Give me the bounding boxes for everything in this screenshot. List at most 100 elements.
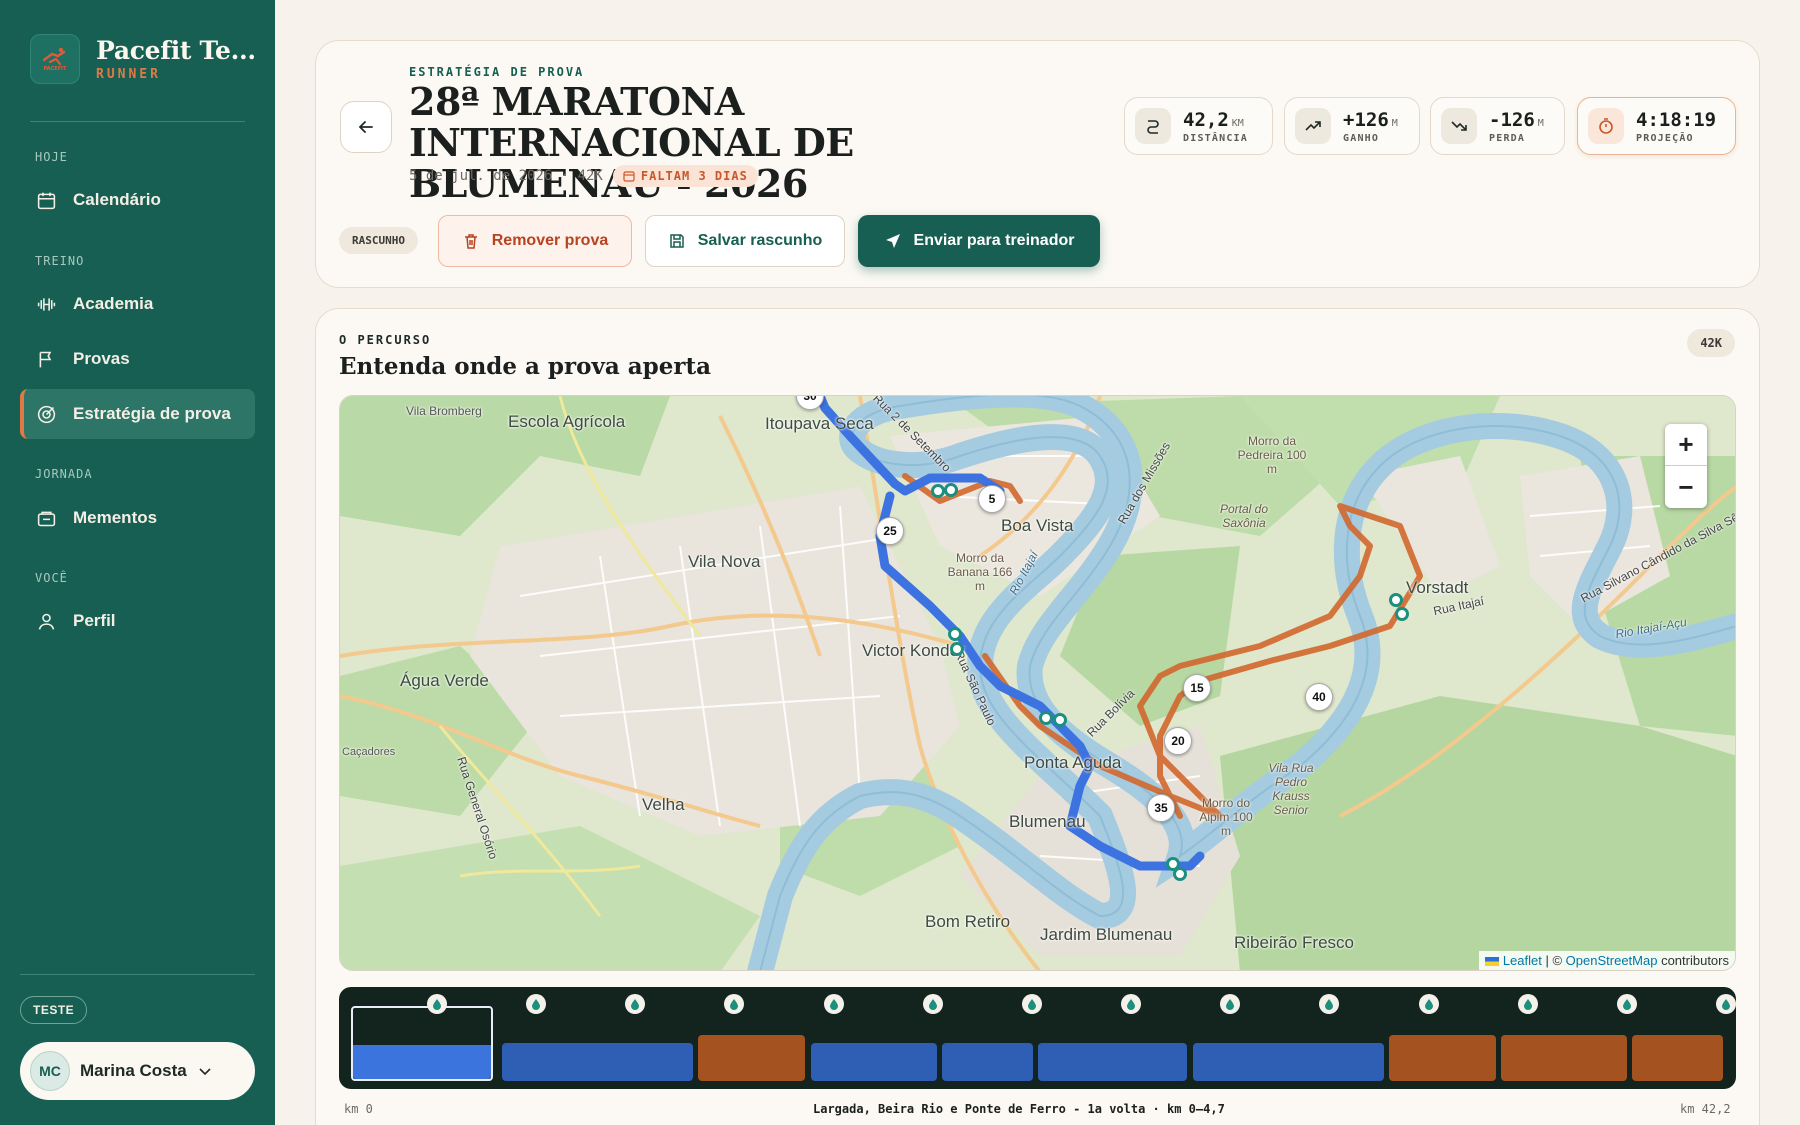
segment[interactable] <box>1193 1043 1384 1081</box>
brand-tagline: RUNNER <box>96 67 161 82</box>
strip-end-label: km 42,2 <box>1680 1102 1731 1116</box>
environment-badge: TESTE <box>20 996 88 1024</box>
map-zoom-control: + − <box>1665 424 1707 508</box>
map-label: Morro da Banana 166 m <box>947 551 1013 593</box>
aid-station-marker[interactable] <box>931 484 945 498</box>
section-label-jornada: JORNADA <box>35 467 93 481</box>
osm-link[interactable]: OpenStreetMap <box>1566 953 1658 968</box>
leaflet-link[interactable]: Leaflet <box>1503 953 1542 968</box>
sidebar-item-label: Mementos <box>73 508 158 527</box>
km-marker[interactable]: 15 <box>1183 674 1211 702</box>
km-marker[interactable]: 25 <box>876 517 904 545</box>
sidebar-item-academia[interactable]: Academia <box>20 279 255 329</box>
send-icon <box>885 234 900 248</box>
segment[interactable] <box>1501 1035 1627 1081</box>
aid-station-marker[interactable] <box>1389 593 1403 607</box>
km-marker[interactable]: 20 <box>1164 727 1192 755</box>
race-meta: 5 de jul. de 2026 · 42K FALTAM 3 DIAS <box>409 165 758 187</box>
water-drop-icon[interactable] <box>625 994 646 1014</box>
target-icon <box>37 405 56 423</box>
water-drop-icon[interactable] <box>1418 994 1439 1014</box>
water-drop-icon[interactable] <box>1517 994 1538 1014</box>
map-attribution: Leaflet | © OpenStreetMap contributors <box>1479 951 1735 970</box>
stat-projection: 4:18:19 PROJEÇÃO <box>1577 97 1736 155</box>
zoom-out-button[interactable]: − <box>1665 466 1707 508</box>
photo-icon <box>37 511 56 526</box>
stat-loss: -126 M PERDA <box>1430 97 1565 155</box>
flag-icon <box>1485 957 1500 967</box>
course-card: O PERCURSO Entenda onde a prova aperta 4… <box>315 308 1760 1125</box>
back-button[interactable] <box>340 101 392 153</box>
section-label-treino: TREINO <box>35 254 85 268</box>
map-label: Itoupava Seca <box>765 414 874 433</box>
water-drop-icon[interactable] <box>427 994 447 1014</box>
water-drop-icon[interactable] <box>1021 994 1042 1014</box>
map-label: Bom Retiro <box>925 912 1011 931</box>
water-drop-icon[interactable] <box>1616 994 1637 1014</box>
sidebar-item-mementos[interactable]: Mementos <box>20 493 255 543</box>
segment[interactable] <box>1038 1043 1187 1081</box>
map-label: Vila Bromberg <box>406 404 482 418</box>
aid-station-marker[interactable] <box>944 483 958 497</box>
trend-up-icon <box>1295 108 1331 144</box>
water-drop-icon[interactable] <box>1319 994 1340 1014</box>
aid-station-marker[interactable] <box>1395 607 1409 621</box>
route-icon <box>1135 108 1171 144</box>
sidebar-item-perfil[interactable]: Perfil <box>20 596 255 646</box>
map-label: Ribeirão Fresco <box>1234 933 1354 952</box>
segment[interactable] <box>942 1043 1033 1081</box>
aid-station-marker[interactable] <box>1039 711 1053 725</box>
segment-selected[interactable] <box>351 1006 493 1081</box>
aid-station-marker[interactable] <box>1053 713 1067 727</box>
zoom-in-button[interactable]: + <box>1665 424 1707 466</box>
dumbbell-icon <box>37 297 56 311</box>
aid-station-marker[interactable] <box>950 642 964 656</box>
strip-start-label: km 0 <box>344 1102 373 1116</box>
sidebar-divider <box>30 121 245 122</box>
course-map[interactable]: Vila Bromberg Escola Agrícola Itoupava S… <box>339 395 1736 971</box>
sidebar-item-label: Estratégia de prova <box>73 404 231 423</box>
water-drop-icon[interactable] <box>823 994 844 1014</box>
km-marker[interactable]: 5 <box>978 485 1006 513</box>
segment[interactable] <box>1632 1035 1723 1081</box>
km-marker[interactable]: 35 <box>1147 794 1175 822</box>
segment[interactable] <box>811 1043 937 1081</box>
aid-station-marker[interactable] <box>1173 867 1187 881</box>
user-menu[interactable]: MC Marina Costa <box>20 1042 255 1100</box>
avatar: MC <box>30 1051 70 1091</box>
water-drop-icon[interactable] <box>724 994 745 1014</box>
brand-name: Pacefit Te... <box>96 36 256 65</box>
page-eyebrow: ESTRATÉGIA DE PROVA <box>409 65 585 79</box>
map-label: Caçadores <box>342 746 396 758</box>
brand[interactable]: PACEFIT Pacefit Te... RUNNER <box>30 34 256 84</box>
send-to-coach-button[interactable]: Enviar para treinador <box>858 215 1100 267</box>
km-marker[interactable]: 40 <box>1305 683 1333 711</box>
segment[interactable] <box>698 1035 805 1081</box>
sidebar-item-calendario[interactable]: Calendário <box>20 175 255 225</box>
segment[interactable] <box>1389 1035 1496 1081</box>
map-tiles[interactable] <box>340 396 1736 971</box>
stat-distance: 42,2 KM DISTÂNCIA <box>1124 97 1273 155</box>
remove-race-button[interactable]: Remover prova <box>438 215 632 267</box>
section-label-hoje: HOJE <box>35 150 68 164</box>
sidebar-item-label: Calendário <box>73 190 161 209</box>
brand-logo: PACEFIT <box>30 34 80 84</box>
save-draft-button[interactable]: Salvar rascunho <box>645 215 845 267</box>
chevron-down-icon <box>199 1068 211 1076</box>
map-label: Água Verde <box>400 671 489 690</box>
sidebar-item-estrategia[interactable]: Estratégia de prova <box>20 389 255 439</box>
sidebar: PACEFIT Pacefit Te... RUNNER HOJE Calend… <box>0 0 275 1125</box>
sidebar-item-provas[interactable]: Provas <box>20 334 255 384</box>
water-drop-icon[interactable] <box>1121 994 1142 1014</box>
water-drop-icon[interactable] <box>1716 994 1736 1014</box>
segment[interactable] <box>502 1043 693 1081</box>
aid-station-marker[interactable] <box>948 627 962 641</box>
race-header-card: ESTRATÉGIA DE PROVA 28ª MARATONA INTERNA… <box>315 40 1760 288</box>
race-date: 5 de jul. de 2026 · 42K <box>409 168 603 184</box>
water-drop-icon[interactable] <box>526 994 547 1014</box>
stopwatch-icon <box>1588 108 1624 144</box>
trash-icon <box>464 234 477 249</box>
map-label: Vila Nova <box>688 552 761 571</box>
water-drop-icon[interactable] <box>922 994 943 1014</box>
water-drop-icon[interactable] <box>1220 994 1241 1014</box>
